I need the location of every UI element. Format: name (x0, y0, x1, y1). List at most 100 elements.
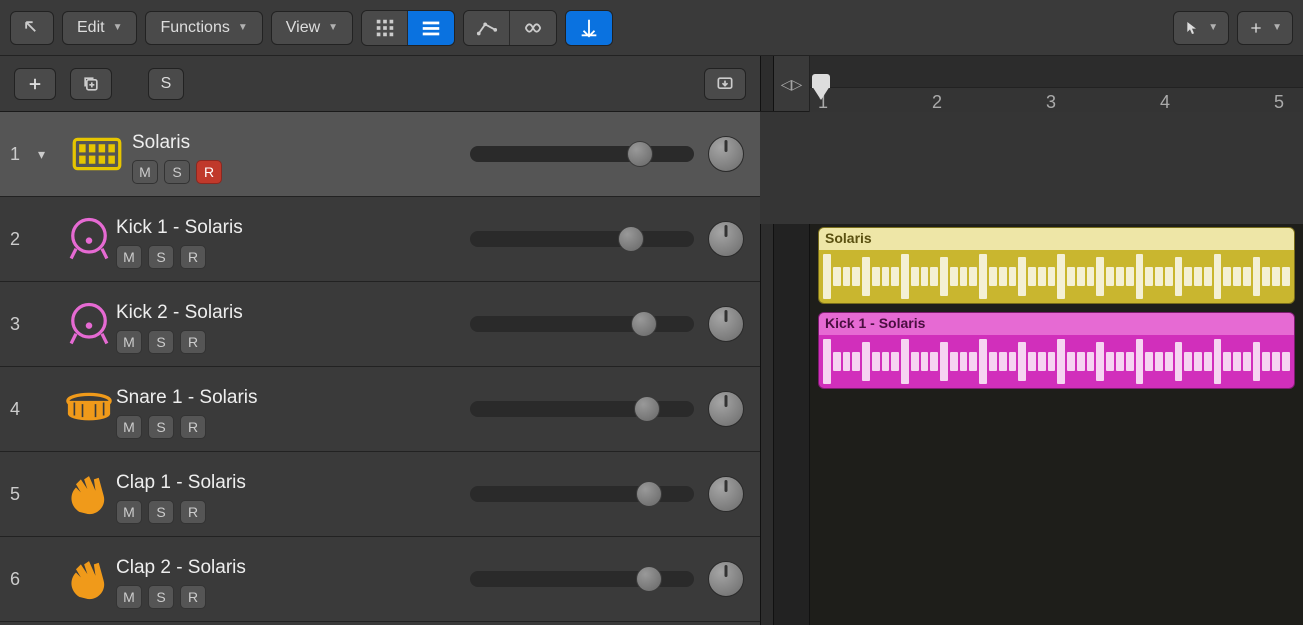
chevron-down-icon: ▼ (238, 22, 248, 33)
arrangement-area[interactable]: Solaris Kick 1 - Solaris Clap 2 - Solari… (774, 224, 1303, 625)
add-track-button[interactable] (14, 68, 56, 100)
region-label: Solaris (819, 228, 1294, 250)
solo-button[interactable]: S (148, 245, 174, 269)
mute-button[interactable]: M (116, 585, 142, 609)
mute-button[interactable]: M (116, 245, 142, 269)
volume-slider[interactable] (470, 486, 694, 502)
grid-view-button[interactable] (362, 11, 408, 45)
playhead[interactable] (812, 86, 830, 100)
pan-knob[interactable] (708, 136, 744, 172)
track-name: Clap 1 - Solaris (116, 472, 470, 494)
cycle-handles[interactable]: ◁▷ (774, 56, 810, 112)
track-row[interactable]: 6 Clap 2 - Solaris M S R (0, 537, 760, 622)
region-pattern (819, 250, 1294, 303)
alt-tool-menu[interactable]: ▼ (1237, 11, 1293, 45)
divider[interactable] (760, 224, 774, 625)
main-toolbar: Edit ▼ Functions ▼ View ▼ ▼ (0, 0, 1303, 56)
track-number: 6 (0, 569, 38, 590)
mute-button[interactable]: M (132, 160, 158, 184)
divider[interactable] (760, 56, 774, 111)
functions-menu-label: Functions (160, 19, 229, 37)
solo-button[interactable]: S (148, 415, 174, 439)
track-row[interactable]: 5 Clap 1 - Solaris M S R (0, 452, 760, 537)
global-solo-button[interactable]: S (148, 68, 184, 100)
catch-toggle (565, 10, 613, 46)
volume-slider[interactable] (470, 146, 694, 162)
record-enable-button[interactable]: R (180, 330, 206, 354)
track-name: Solaris (132, 132, 470, 154)
region-clip[interactable]: Kick 1 - Solaris (818, 312, 1295, 389)
disclosure-triangle[interactable]: ▾ (38, 146, 62, 163)
flex-button[interactable] (510, 11, 556, 45)
track-icon (38, 301, 116, 347)
volume-slider[interactable] (470, 571, 694, 587)
chevron-down-icon: ▼ (328, 22, 338, 33)
track-icon (62, 131, 132, 177)
track-icon (38, 216, 116, 262)
record-enable-button[interactable]: R (180, 245, 206, 269)
edit-menu[interactable]: Edit ▼ (62, 11, 137, 45)
track-name: Clap 2 - Solaris (116, 557, 470, 579)
record-enable-button[interactable]: R (196, 160, 222, 184)
track-number: 4 (0, 399, 38, 420)
automation-toggle (463, 10, 557, 46)
ruler-bar-number: 4 (1160, 92, 1170, 113)
track-row[interactable]: 1 ▾ Solaris M S R (0, 112, 760, 197)
record-enable-button[interactable]: R (180, 585, 206, 609)
mute-button[interactable]: M (116, 415, 142, 439)
track-number: 3 (0, 314, 38, 335)
solo-button[interactable]: S (148, 330, 174, 354)
ruler-bar-number: 5 (1274, 92, 1284, 113)
functions-menu[interactable]: Functions ▼ (145, 11, 262, 45)
duplicate-track-button[interactable] (70, 68, 112, 100)
meter-column (774, 224, 810, 625)
view-mode-toggle (361, 10, 455, 46)
mute-button[interactable]: M (116, 330, 142, 354)
catch-playhead-button[interactable] (566, 11, 612, 45)
pan-knob[interactable] (708, 391, 744, 427)
track-icon (38, 386, 116, 432)
collapse-button[interactable] (704, 68, 746, 100)
track-icon (38, 556, 116, 602)
ruler-bar-number: 3 (1046, 92, 1056, 113)
pan-knob[interactable] (708, 221, 744, 257)
volume-slider[interactable] (470, 401, 694, 417)
link-button[interactable] (10, 11, 54, 45)
track-row[interactable]: 3 Kick 2 - Solaris M S R (0, 282, 760, 367)
track-icon (38, 471, 116, 517)
pan-knob[interactable] (708, 306, 744, 342)
list-view-button[interactable] (408, 11, 454, 45)
solo-button[interactable]: S (164, 160, 190, 184)
chevron-down-icon: ▼ (113, 22, 123, 33)
pointer-tool-menu[interactable]: ▼ (1173, 11, 1229, 45)
track-header-bar: S ◁▷ 12345 (0, 56, 1303, 112)
view-menu-label: View (286, 19, 320, 37)
track-list: 1 ▾ Solaris M S R 2 Kick 1 - Solaris (0, 112, 760, 625)
track-name: Kick 2 - Solaris (116, 302, 470, 324)
ruler-bar-number: 2 (932, 92, 942, 113)
track-number: 2 (0, 229, 38, 250)
region-pattern (819, 335, 1294, 388)
track-number: 1 (0, 144, 38, 165)
track-row[interactable]: 4 Snare 1 - Solaris M S R (0, 367, 760, 452)
track-name: Snare 1 - Solaris (116, 387, 470, 409)
chevron-down-icon: ▼ (1208, 22, 1218, 33)
automation-curve-button[interactable] (464, 11, 510, 45)
pan-knob[interactable] (708, 476, 744, 512)
solo-button[interactable]: S (148, 585, 174, 609)
view-menu[interactable]: View ▼ (271, 11, 353, 45)
record-enable-button[interactable]: R (180, 415, 206, 439)
volume-slider[interactable] (470, 316, 694, 332)
volume-slider[interactable] (470, 231, 694, 247)
ruler[interactable]: 12345 (810, 56, 1303, 112)
region-clip[interactable]: Solaris (818, 227, 1295, 304)
track-name: Kick 1 - Solaris (116, 217, 470, 239)
record-enable-button[interactable]: R (180, 500, 206, 524)
chevron-down-icon: ▼ (1272, 22, 1282, 33)
mute-button[interactable]: M (116, 500, 142, 524)
track-number: 5 (0, 484, 38, 505)
pan-knob[interactable] (708, 561, 744, 597)
region-label: Kick 1 - Solaris (819, 313, 1294, 335)
track-row[interactable]: 2 Kick 1 - Solaris M S R (0, 197, 760, 282)
solo-button[interactable]: S (148, 500, 174, 524)
